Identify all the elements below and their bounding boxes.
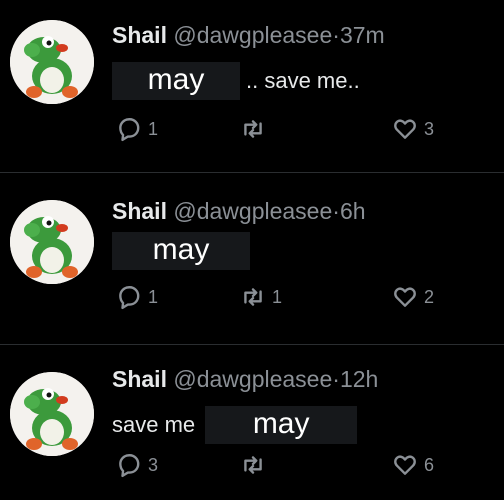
heart-icon	[394, 119, 416, 139]
reply-icon	[119, 454, 140, 478]
reply-icon	[119, 118, 140, 142]
retweet-button[interactable]: 1	[240, 284, 282, 310]
display-name[interactable]: Shail	[112, 22, 167, 48]
like-button[interactable]: 3	[392, 116, 434, 142]
timestamp[interactable]: 6h	[340, 198, 366, 224]
tweet-actions: 3 6	[108, 452, 504, 482]
like-count: 3	[424, 118, 435, 139]
yoshi-avatar-icon	[10, 20, 94, 104]
tweet-text: may	[112, 232, 250, 270]
tweet-header: Shail @dawgpleasee·12h	[112, 366, 378, 393]
tweet[interactable]: Shail @dawgpleasee·6h may 1 1 2	[0, 172, 504, 345]
tweet-actions: 1 1 2	[108, 284, 504, 314]
avatar[interactable]	[10, 200, 94, 284]
avatar[interactable]	[10, 372, 94, 456]
retweet-count: 1	[272, 286, 283, 307]
user-handle[interactable]: @dawgpleasee	[173, 22, 332, 48]
separator-dot: ·	[332, 22, 340, 48]
tweet-actions: 1 3	[108, 116, 504, 146]
retweet-icon	[244, 288, 262, 306]
separator-dot: ·	[332, 366, 340, 392]
heart-icon	[394, 287, 416, 307]
reply-count: 3	[148, 454, 159, 475]
tweet-body: save me	[112, 412, 196, 437]
tweet-text: may .. save me..	[112, 62, 360, 100]
reply-icon	[119, 286, 140, 310]
tweet-text: save me may	[112, 406, 358, 444]
retweet-button[interactable]	[240, 452, 272, 478]
separator-dot: ·	[332, 198, 340, 224]
retweet-icon	[244, 456, 262, 474]
reply-count: 1	[148, 286, 159, 307]
redacted-text: may	[112, 62, 240, 100]
reply-button[interactable]: 1	[116, 284, 158, 310]
tweet-header: Shail @dawgpleasee·37m	[112, 22, 385, 49]
display-name[interactable]: Shail	[112, 198, 167, 224]
display-name[interactable]: Shail	[112, 366, 167, 392]
retweet-button[interactable]	[240, 116, 272, 142]
timestamp[interactable]: 12h	[340, 366, 378, 392]
reply-button[interactable]: 3	[116, 452, 158, 478]
tweet[interactable]: Shail @dawgpleasee·37m may .. save me.. …	[0, 0, 504, 173]
like-count: 6	[424, 454, 435, 475]
like-button[interactable]: 6	[392, 452, 434, 478]
redacted-text: may	[205, 406, 358, 444]
like-count: 2	[424, 286, 435, 307]
heart-icon	[394, 455, 416, 475]
user-handle[interactable]: @dawgpleasee	[173, 198, 332, 224]
like-button[interactable]: 2	[392, 284, 434, 310]
reply-count: 1	[148, 118, 159, 139]
reply-button[interactable]: 1	[116, 116, 158, 142]
yoshi-avatar-icon	[10, 372, 94, 456]
tweet[interactable]: Shail @dawgpleasee·12h save me may 3 6	[0, 344, 504, 500]
user-handle[interactable]: @dawgpleasee	[173, 366, 332, 392]
tweet-header: Shail @dawgpleasee·6h	[112, 198, 366, 225]
avatar[interactable]	[10, 20, 94, 104]
yoshi-avatar-icon	[10, 200, 94, 284]
redacted-text: may	[112, 232, 250, 270]
retweet-icon	[244, 120, 262, 138]
tweet-body: .. save me..	[246, 68, 360, 93]
timestamp[interactable]: 37m	[340, 22, 385, 48]
